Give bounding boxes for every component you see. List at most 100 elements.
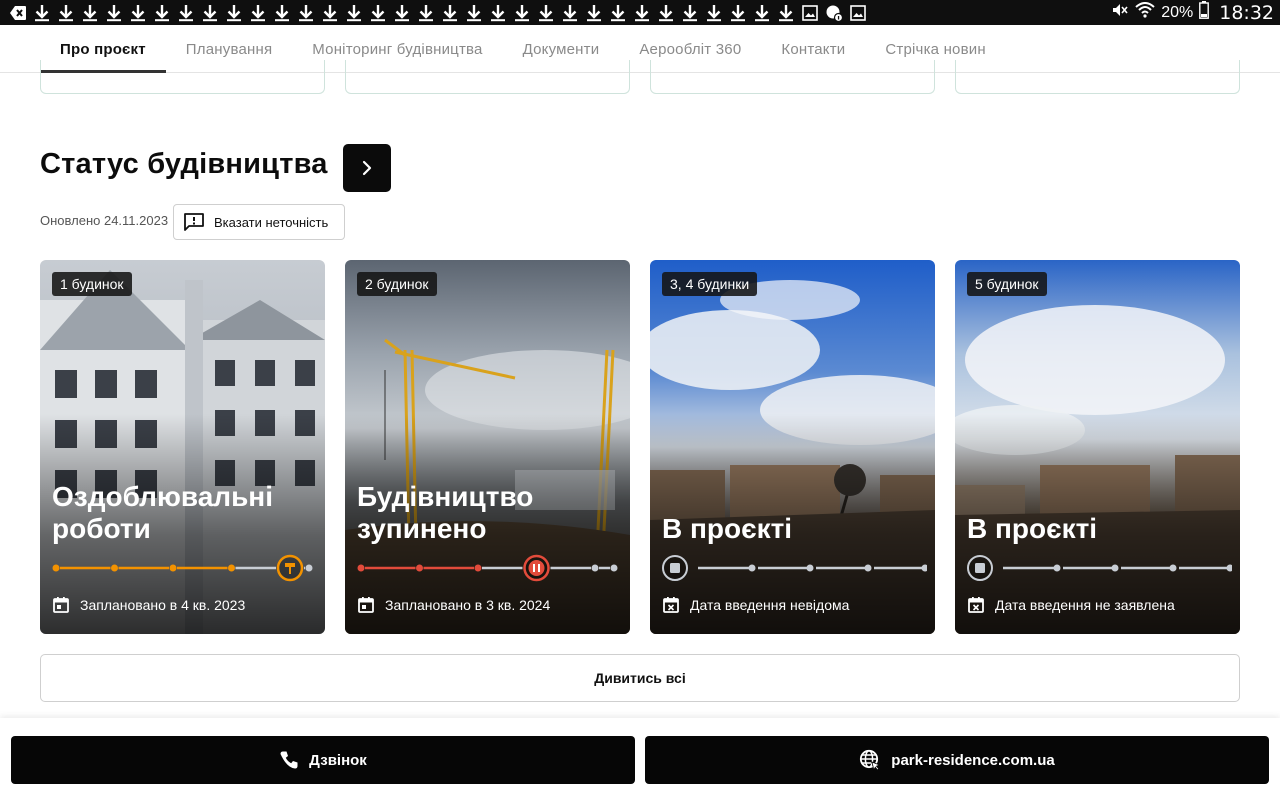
building-card-2[interactable]: 2 будинок Будівництво зупинено Запланова… xyxy=(345,260,630,634)
system-tray: 20% 18:32 xyxy=(1105,0,1274,25)
battery-icon xyxy=(1199,1,1210,24)
download-icon xyxy=(462,0,486,25)
schedule-text: Заплановано в 3 кв. 2024 xyxy=(385,597,551,613)
building-card-4[interactable]: 5 будинок В проєкті Дата введення не зая… xyxy=(955,260,1240,634)
schedule-text: Дата введення невідома xyxy=(690,597,850,613)
download-icon xyxy=(750,0,774,25)
gallery-icon xyxy=(846,0,870,25)
building-card-1[interactable]: 1 будинок Оздоблювальні роботи Запланова… xyxy=(40,260,325,634)
download-icon xyxy=(150,0,174,25)
build-status-title: Будівництво зупинено xyxy=(357,481,534,544)
download-icon xyxy=(438,0,462,25)
blueprint-icon xyxy=(975,563,985,573)
download-icon xyxy=(174,0,198,25)
building-badge: 3, 4 будинки xyxy=(662,272,758,296)
call-label: Дзвінок xyxy=(309,751,367,769)
info-card-partial[interactable] xyxy=(345,60,630,94)
download-icon xyxy=(126,0,150,25)
schedule-row: Заплановано в 4 кв. 2023 xyxy=(52,596,245,614)
progress-dot xyxy=(52,564,60,572)
schedule-row: Дата введення не заявлена xyxy=(967,596,1175,614)
progress-track xyxy=(662,555,927,581)
updated-date: Оновлено 24.11.2023 xyxy=(40,213,169,228)
battery-percent: 20% xyxy=(1161,3,1194,21)
calendar-icon xyxy=(53,597,69,613)
phone-icon xyxy=(280,751,298,769)
progress-dot xyxy=(305,564,313,572)
download-icon xyxy=(270,0,294,25)
website-button[interactable]: park-residence.com.ua xyxy=(645,736,1269,784)
schedule-text: Заплановано в 4 кв. 2023 xyxy=(80,597,246,613)
progress-dot xyxy=(357,564,365,572)
progress-dot xyxy=(864,564,872,572)
download-icon xyxy=(606,0,630,25)
schedule-text: Дата введення не заявлена xyxy=(995,597,1175,613)
website-label: park-residence.com.ua xyxy=(891,751,1055,769)
clock: 18:32 xyxy=(1219,1,1274,24)
build-status-title: Оздоблювальні роботи xyxy=(52,481,273,544)
pause-bar xyxy=(533,564,535,572)
progress-dot xyxy=(1053,564,1061,572)
download-icon xyxy=(222,0,246,25)
download-icon xyxy=(726,0,750,25)
progress-dot xyxy=(169,564,177,572)
download-icon xyxy=(30,0,54,25)
progress-dot xyxy=(1111,564,1119,572)
building-badge: 5 будинок xyxy=(967,272,1047,296)
download-icon xyxy=(630,0,654,25)
download-icon xyxy=(558,0,582,25)
blueprint-icon xyxy=(670,563,680,573)
progress-dot xyxy=(228,564,235,572)
see-all-button[interactable]: Дивитись всі xyxy=(40,654,1240,702)
app-notification-icon xyxy=(822,0,846,25)
download-icon xyxy=(78,0,102,25)
page: 20% 18:32 Про проєкт Планування Моніторинг… xyxy=(0,0,1280,800)
progress-track xyxy=(357,554,618,582)
download-icon xyxy=(246,0,270,25)
section-title: Статус будівництва xyxy=(40,148,328,180)
mute-icon xyxy=(1111,2,1129,23)
calendar-icon xyxy=(358,597,374,613)
progress-dot xyxy=(591,564,599,572)
pause-bar xyxy=(538,564,540,572)
progress-track xyxy=(967,555,1232,581)
download-icon xyxy=(318,0,342,25)
info-card-partial[interactable] xyxy=(650,60,935,94)
report-inaccuracy-label: Вказати неточність xyxy=(214,214,329,230)
download-icon xyxy=(582,0,606,25)
progress-dot xyxy=(748,564,756,572)
download-icon xyxy=(390,0,414,25)
info-card-partial[interactable] xyxy=(955,60,1240,94)
schedule-row: Дата введення невідома xyxy=(662,596,849,614)
building-card-3[interactable]: 3, 4 будинки В проєкті Дата введення нев… xyxy=(650,260,935,634)
open-status-button[interactable] xyxy=(343,144,391,192)
progress-dot xyxy=(1226,564,1232,572)
download-icon xyxy=(510,0,534,25)
building-badge: 2 будинок xyxy=(357,272,437,296)
build-status-title: В проєкті xyxy=(967,513,1098,544)
gallery-icon xyxy=(798,0,822,25)
wifi-icon xyxy=(1135,2,1155,23)
report-inaccuracy-button[interactable]: Вказати неточність xyxy=(173,204,345,240)
build-status-title: В проєкті xyxy=(662,513,793,544)
calendar-unknown-icon xyxy=(663,597,679,613)
download-icon xyxy=(342,0,366,25)
download-icon xyxy=(414,0,438,25)
progress-dot xyxy=(474,564,482,572)
android-status-bar: 20% 18:32 xyxy=(0,0,1280,25)
download-icon xyxy=(366,0,390,25)
progress-dot xyxy=(416,564,423,572)
progress-dot xyxy=(806,564,814,572)
download-icon xyxy=(486,0,510,25)
calendar-unknown-icon xyxy=(968,597,984,613)
progress-dot xyxy=(921,564,927,572)
globe-icon xyxy=(860,749,881,771)
info-card-partial[interactable] xyxy=(40,60,325,94)
download-icon xyxy=(198,0,222,25)
chevron-right-icon xyxy=(362,160,372,176)
call-button[interactable]: Дзвінок xyxy=(11,736,635,784)
progress-track xyxy=(52,554,313,582)
back-app-icon xyxy=(6,0,30,25)
feedback-icon xyxy=(184,213,204,231)
download-icon xyxy=(702,0,726,25)
